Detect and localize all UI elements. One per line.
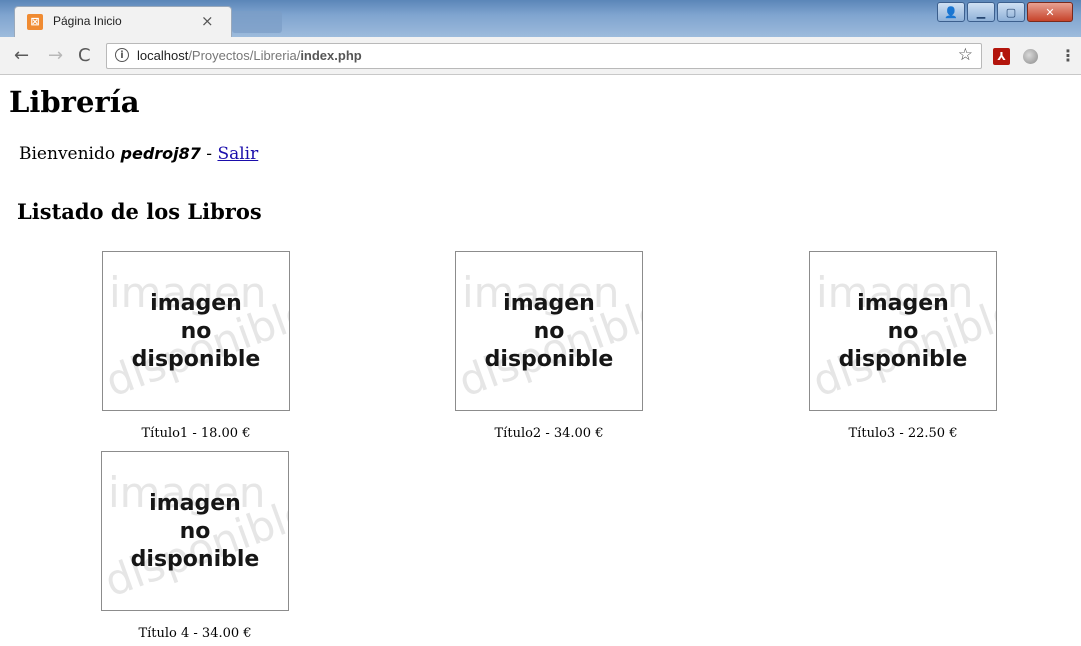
forward-arrow-icon[interactable]: →	[48, 45, 63, 66]
minimize-button[interactable]: ▁	[967, 2, 995, 22]
xampp-icon: ⊠	[27, 14, 43, 30]
welcome-prefix: Bienvenido	[19, 144, 121, 164]
browser-tab[interactable]: ⊠ Página Inicio ×	[14, 6, 232, 37]
book-card[interactable]: imagen disponible imagen no disponible Tít…	[809, 251, 997, 441]
pdf-extension-icon[interactable]: ⅄	[993, 48, 1010, 65]
book-caption: Título3 - 22.50 €	[848, 426, 958, 441]
book-caption: Título 4 - 34.00 €	[138, 626, 252, 641]
back-arrow-icon[interactable]: ←	[14, 45, 29, 66]
book-caption: Título1 - 18.00 €	[141, 426, 251, 441]
book-cover-image[interactable]: imagen disponible imagen no disponible	[809, 251, 997, 411]
book-card[interactable]: imagen disponible imagen no disponible Tít…	[455, 251, 643, 441]
tab-title: Página Inicio	[53, 14, 122, 28]
user-icon[interactable]: 👤	[937, 2, 965, 22]
window-controls: 👤 ▁ ▢ ✕	[937, 2, 1073, 22]
page-title: Librería	[9, 85, 140, 119]
address-bar[interactable]: i localhost/Proyectos/Libreria/index.php…	[106, 43, 982, 69]
book-cover-image[interactable]: imagen disponible imagen no disponible	[101, 451, 289, 611]
window-titlebar: ⊠ Página Inicio × 👤 ▁ ▢ ✕	[0, 0, 1081, 37]
url-text[interactable]: localhost/Proyectos/Libreria/index.php	[137, 48, 362, 63]
welcome-separator: -	[200, 144, 218, 164]
section-title: Listado de los Libros	[17, 199, 262, 224]
username: pedroj87	[120, 144, 201, 163]
reload-icon[interactable]: C	[78, 45, 91, 66]
info-icon[interactable]: i	[115, 48, 129, 62]
bookmark-star-icon[interactable]: ☆	[958, 45, 973, 65]
browser-toolbar: ← → C i localhost/Proyectos/Libreria/ind…	[0, 37, 1081, 75]
close-window-button[interactable]: ✕	[1027, 2, 1073, 22]
close-tab-icon[interactable]: ×	[201, 12, 214, 30]
logout-link[interactable]: Salir	[217, 144, 258, 164]
welcome-line: Bienvenido pedroj87 - Salir	[19, 144, 258, 164]
maximize-button[interactable]: ▢	[997, 2, 1025, 22]
extension-icon[interactable]	[1023, 49, 1038, 64]
book-caption: Título2 - 34.00 €	[494, 426, 604, 441]
menu-icon[interactable]: ⋮	[1060, 46, 1076, 65]
book-cover-image[interactable]: imagen disponible imagen no disponible	[102, 251, 290, 411]
book-card[interactable]: imagen disponible imagen no disponible Tít…	[101, 451, 289, 641]
new-tab-button[interactable]	[232, 11, 282, 33]
book-card[interactable]: imagen disponible imagen no disponible Tít…	[102, 251, 290, 441]
book-cover-image[interactable]: imagen disponible imagen no disponible	[455, 251, 643, 411]
